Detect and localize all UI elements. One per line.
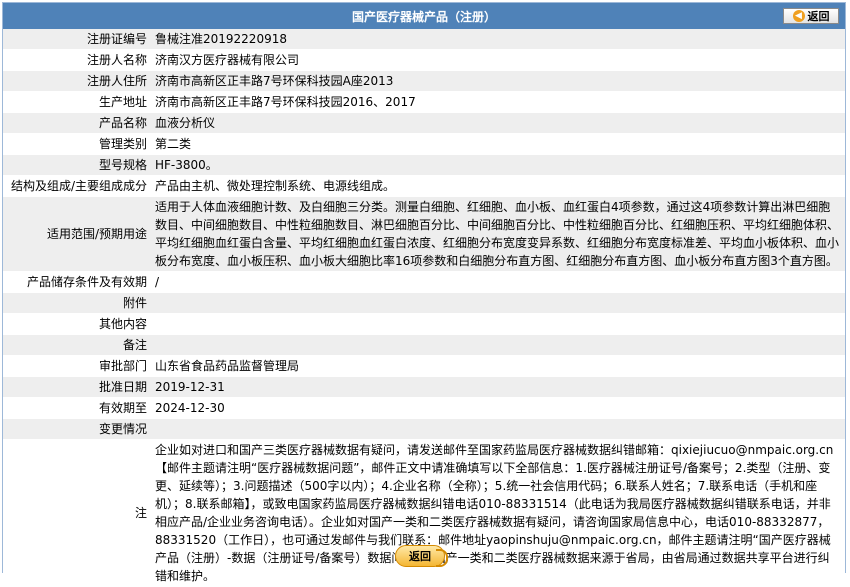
- back-button-top[interactable]: ◀ 返回: [783, 8, 839, 24]
- field-row-registrant-address: 注册人住所 济南市高新区正丰路7号环保科技园A座2013: [3, 70, 845, 92]
- detail-panel: 国产医疗器械产品（注册） ◀ 返回 注册证编号 鲁械注准20192220918 …: [2, 2, 846, 587]
- field-row-approval-date: 批准日期 2019-12-31: [3, 376, 845, 398]
- field-row-registration-no: 注册证编号 鲁械注准20192220918: [3, 29, 845, 50]
- field-row-other: 其他内容: [3, 313, 845, 335]
- return-curl-icon: [436, 549, 448, 567]
- field-row-valid-until: 有效期至 2024-12-30: [3, 397, 845, 419]
- field-value: [151, 292, 845, 314]
- field-row-structure: 结构及组成/主要组成成分 产品由主机、微处理控制系统、电源线组成。: [3, 175, 845, 197]
- back-arrow-icon: ◀: [792, 10, 805, 22]
- field-label: 生产地址: [3, 91, 151, 113]
- registration-info-table: 注册证编号 鲁械注准20192220918 注册人名称 济南汉方医疗器械有限公司…: [3, 29, 845, 587]
- field-label: 产品名称: [3, 112, 151, 134]
- note-label: 注: [3, 439, 151, 587]
- field-label: 结构及组成/主要组成成分: [3, 175, 151, 197]
- field-label: 有效期至: [3, 397, 151, 419]
- field-row-production-address: 生产地址 济南市高新区正丰路7号环保科技园2016、2017: [3, 91, 845, 113]
- field-value: 济南汉方医疗器械有限公司: [151, 49, 845, 71]
- field-label: 其他内容: [3, 313, 151, 335]
- field-value: /: [151, 271, 845, 293]
- field-row-storage: 产品储存条件及有效期 /: [3, 271, 845, 293]
- field-row-intended-use: 适用范围/预期用途 适用于人体血液细胞计数、及白细胞三分类。测量白细胞、红细胞、…: [3, 196, 845, 272]
- back-button-label: 返回: [807, 10, 830, 23]
- field-row-changes: 变更情况: [3, 418, 845, 440]
- field-value: 2024-12-30: [151, 397, 845, 419]
- field-row-registrant-name: 注册人名称 济南汉方医疗器械有限公司: [3, 49, 845, 71]
- field-value: [151, 313, 845, 335]
- field-label: 注册人名称: [3, 49, 151, 71]
- back-button-bottom[interactable]: 返回: [392, 543, 448, 569]
- field-value: HF-3800。: [151, 154, 845, 176]
- field-label: 适用范围/预期用途: [3, 196, 151, 272]
- field-value: 产品由主机、微处理控制系统、电源线组成。: [151, 175, 845, 197]
- field-row-management-class: 管理类别 第二类: [3, 133, 845, 155]
- title-bar: 国产医疗器械产品（注册） ◀ 返回: [3, 3, 845, 29]
- field-value: 山东省食品药品监督管理局: [151, 355, 845, 377]
- field-label: 管理类别: [3, 133, 151, 155]
- field-label: 审批部门: [3, 355, 151, 377]
- field-row-model-spec: 型号规格 HF-3800。: [3, 154, 845, 176]
- field-label: 型号规格: [3, 154, 151, 176]
- page-title: 国产医疗器械产品（注册）: [351, 10, 496, 24]
- back-pill: 返回: [395, 545, 448, 567]
- note-text: 企业如对进口和国产三类医疗器械数据有疑问，请发送邮件至国家药监局医疗器械数据纠错…: [151, 439, 845, 587]
- field-value: 2019-12-31: [151, 376, 845, 398]
- field-label: 批准日期: [3, 376, 151, 398]
- field-label: 变更情况: [3, 418, 151, 440]
- field-label: 附件: [3, 292, 151, 314]
- field-value: 血液分析仪: [151, 112, 845, 134]
- field-label: 备注: [3, 334, 151, 356]
- field-value: 第二类: [151, 133, 845, 155]
- field-row-approval-dept: 审批部门 山东省食品药品监督管理局: [3, 355, 845, 377]
- field-label: 注册人住所: [3, 70, 151, 92]
- field-row-product-name: 产品名称 血液分析仪: [3, 112, 845, 134]
- back-button-label: 返回: [409, 550, 431, 563]
- field-value: 适用于人体血液细胞计数、及白细胞三分类。测量白细胞、红细胞、血小板、血红蛋白4项…: [151, 196, 845, 272]
- field-row-remarks: 备注: [3, 334, 845, 356]
- field-value: 济南市高新区正丰路7号环保科技园2016、2017: [151, 91, 845, 113]
- field-value: [151, 418, 845, 440]
- field-label: 注册证编号: [3, 29, 151, 50]
- field-label: 产品储存条件及有效期: [3, 271, 151, 293]
- field-row-accessories: 附件: [3, 292, 845, 314]
- field-value: [151, 334, 845, 356]
- field-value: 济南市高新区正丰路7号环保科技园A座2013: [151, 70, 845, 92]
- field-value: 鲁械注准20192220918: [151, 29, 845, 50]
